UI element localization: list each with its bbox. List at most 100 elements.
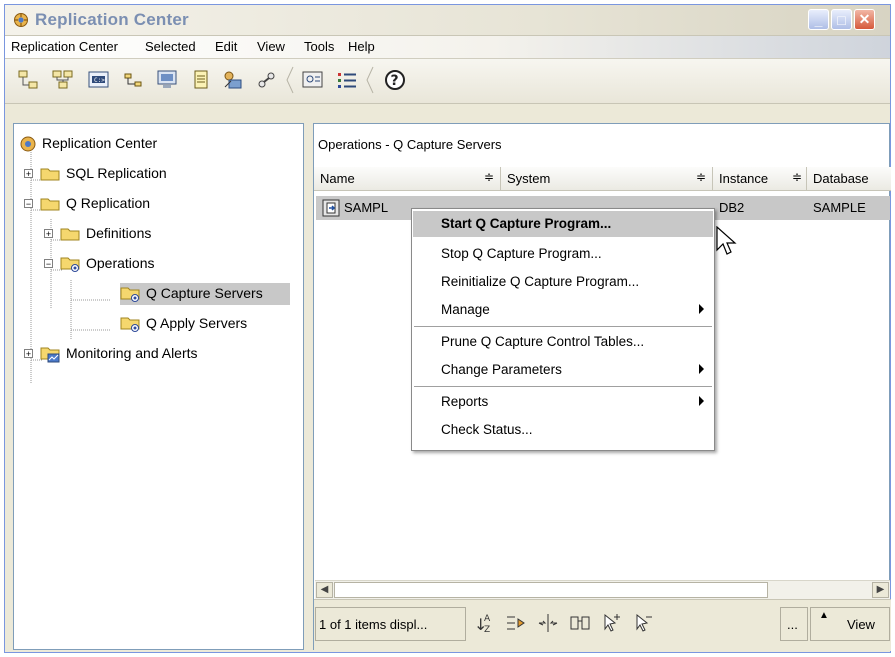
scrollbar-thumb[interactable]: [334, 582, 768, 598]
toolbar: C:> ?: [5, 59, 890, 104]
view-arrow-icon: ▲: [819, 610, 829, 621]
tree-item-sql-replication[interactable]: + SQL Replication: [16, 163, 296, 185]
menu-separator: [414, 386, 712, 388]
collapse-icon[interactable]: −: [44, 259, 53, 269]
maximize-icon: □: [837, 11, 846, 28]
server-icon: [322, 199, 340, 217]
mouse-cursor-icon: [716, 226, 737, 255]
row-instance: DB2: [719, 200, 745, 215]
menu-item-label: Prune Q Capture Control Tables...: [441, 334, 645, 349]
menu-item-start-q-capture[interactable]: Start Q Capture Program...: [413, 211, 713, 237]
more-button[interactable]: ...: [780, 607, 808, 641]
tree-item-operations[interactable]: − Operations: [16, 253, 296, 275]
configure-icon[interactable]: [301, 69, 325, 91]
more-label: ...: [787, 617, 798, 632]
operations-folder-icon: [120, 287, 140, 302]
status-bar: 1 of 1 items displ... ↓ A Z ... ▲ View: [314, 599, 891, 651]
menu-item-check-status[interactable]: Check Status...: [413, 417, 713, 443]
svg-text:C:>: C:>: [94, 77, 105, 84]
status-count-box: 1 of 1 items displ...: [315, 607, 466, 641]
connection-icon[interactable]: [121, 69, 145, 91]
window-title: Replication Center: [35, 10, 189, 29]
tree-item-q-apply-servers[interactable]: Q Apply Servers: [120, 313, 290, 335]
menu-item-reinitialize[interactable]: Reinitialize Q Capture Program...: [413, 269, 713, 295]
tree-label: Definitions: [86, 225, 152, 241]
menu-item-label: Start Q Capture Program...: [441, 216, 612, 231]
menu-item-change-parameters[interactable]: Change Parameters: [413, 357, 713, 383]
find-icon[interactable]: [568, 611, 592, 635]
tools-icon[interactable]: [255, 69, 279, 91]
menu-edit[interactable]: Edit: [215, 39, 237, 54]
row-database: SAMPLE: [813, 200, 866, 215]
customize-columns-icon[interactable]: [536, 611, 560, 635]
close-icon: ✕: [858, 11, 871, 27]
collapse-icon[interactable]: −: [24, 199, 33, 209]
help-icon[interactable]: ?: [383, 69, 407, 91]
menu-item-label: Manage: [441, 302, 490, 317]
column-header-instance[interactable]: Instance ≑: [713, 167, 807, 191]
select-all-icon[interactable]: [600, 611, 624, 635]
tree-item-monitoring-alerts[interactable]: + Monitoring and Alerts: [16, 343, 296, 365]
horizontal-scrollbar[interactable]: ◀ ▶: [315, 580, 890, 599]
maximize-button[interactable]: □: [831, 9, 852, 30]
deselect-all-icon[interactable]: [632, 611, 656, 635]
tree-item-q-replication[interactable]: − Q Replication: [16, 193, 296, 215]
list-icon[interactable]: [335, 69, 359, 91]
operations-folder-icon: [120, 317, 140, 332]
menu-replication-center[interactable]: Replication Center: [11, 39, 118, 54]
menu-bar: Replication Center Selected Edit View To…: [5, 36, 890, 59]
svg-text:Z: Z: [484, 625, 490, 635]
replication-center-icon: [14, 13, 28, 27]
scroll-left-button[interactable]: ◀: [316, 582, 333, 598]
view-label: View: [847, 617, 875, 632]
tree-item-definitions[interactable]: + Definitions: [16, 223, 296, 245]
menu-item-stop-q-capture[interactable]: Stop Q Capture Program...: [413, 241, 713, 267]
operations-folder-icon: [60, 257, 80, 272]
scroll-right-button[interactable]: ▶: [872, 582, 889, 598]
menu-tools[interactable]: Tools: [304, 39, 334, 54]
notes-icon[interactable]: [189, 69, 213, 91]
minimize-button[interactable]: _: [808, 9, 829, 30]
expand-icon[interactable]: +: [24, 169, 33, 179]
svg-text:A: A: [484, 614, 491, 624]
monitor-icon[interactable]: [155, 69, 179, 91]
column-header-system[interactable]: System ≑: [501, 167, 713, 191]
expand-icon[interactable]: +: [44, 229, 53, 239]
filter-icon[interactable]: [504, 611, 528, 635]
menu-view[interactable]: View: [257, 39, 285, 54]
menu-item-label: Change Parameters: [441, 362, 562, 377]
task-center-icon[interactable]: [221, 69, 245, 91]
sort-icon[interactable]: ↓AZ: [472, 611, 496, 635]
column-label: System: [507, 171, 551, 186]
column-label: Instance: [719, 171, 769, 186]
tree-view-icon[interactable]: [17, 69, 41, 91]
expand-icon[interactable]: +: [24, 349, 33, 359]
menu-selected[interactable]: Selected: [145, 39, 196, 54]
monitoring-folder-icon: [40, 347, 60, 363]
navigation-tree[interactable]: Replication Center + SQL Replication − Q…: [13, 123, 304, 650]
tree-label: Operations: [86, 255, 155, 271]
title-bar[interactable]: Replication Center _ □ ✕: [5, 5, 890, 36]
command-window-icon[interactable]: C:>: [87, 69, 111, 91]
folder-icon: [40, 198, 60, 211]
menu-item-prune[interactable]: Prune Q Capture Control Tables...: [413, 329, 713, 355]
column-label: Database: [813, 171, 869, 186]
menu-item-reports[interactable]: Reports: [413, 389, 713, 415]
tree-item-replication-center[interactable]: Replication Center: [16, 133, 296, 155]
column-label: Name: [320, 171, 355, 186]
menu-separator: [414, 326, 712, 328]
tree-expand-icon[interactable]: [51, 69, 75, 91]
menu-help[interactable]: Help: [348, 39, 375, 54]
column-header-database[interactable]: Database: [807, 167, 891, 191]
view-button[interactable]: ▲ View: [810, 607, 890, 641]
column-header-name[interactable]: Name ≑: [314, 167, 501, 191]
menu-item-manage[interactable]: Manage: [413, 297, 713, 323]
tree-label: SQL Replication: [66, 165, 167, 181]
tree-label: Q Apply Servers: [146, 315, 248, 331]
submenu-arrow-icon: [699, 396, 704, 406]
tree-item-q-capture-servers[interactable]: Q Capture Servers: [120, 283, 290, 305]
context-menu: Start Q Capture Program... Stop Q Captur…: [411, 208, 715, 451]
menu-item-label: Check Status...: [441, 422, 533, 437]
close-button[interactable]: ✕: [854, 9, 875, 30]
minimize-icon: _: [814, 11, 823, 28]
